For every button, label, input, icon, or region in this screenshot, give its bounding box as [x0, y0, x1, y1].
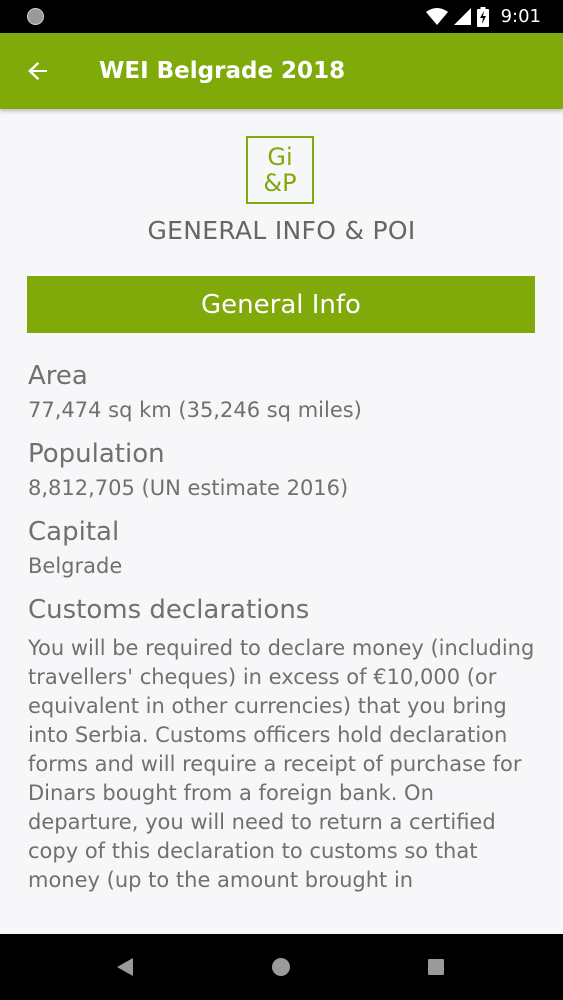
notification-dot-icon	[27, 8, 44, 25]
nav-home-icon[interactable]	[272, 958, 290, 976]
back-button[interactable]	[20, 53, 56, 89]
app-bar: WEI Belgrade 2018	[0, 33, 563, 109]
info-item-capital: Capital Belgrade	[28, 512, 540, 581]
wifi-icon	[425, 7, 448, 25]
nav-back-icon[interactable]	[117, 958, 133, 976]
info-item-population: Population 8,812,705 (UN estimate 2016)	[28, 434, 540, 503]
info-label: Population	[28, 439, 165, 469]
info-paragraph: You will be required to declare money (i…	[28, 636, 535, 892]
info-label: Customs declarations	[28, 595, 310, 625]
status-time: 9:01	[500, 6, 541, 27]
app-title: WEI Belgrade 2018	[99, 58, 346, 84]
section-title: GENERAL INFO & POI	[147, 216, 416, 245]
info-item-area: Area 77,474 sq km (35,246 sq miles)	[28, 356, 540, 425]
info-value: 77,474 sq km (35,246 sq miles)	[28, 398, 362, 422]
gip-logo: Gi &P	[246, 136, 314, 204]
navigation-bar	[0, 934, 563, 1000]
info-value: 8,812,705 (UN estimate 2016)	[28, 476, 349, 500]
battery-charging-icon	[476, 6, 489, 27]
info-label: Area	[28, 361, 88, 391]
signal-icon	[453, 8, 471, 25]
nav-recents-icon[interactable]	[428, 959, 444, 975]
arrow-left-icon	[28, 62, 47, 80]
info-value: Belgrade	[28, 554, 123, 578]
info-content: Area 77,474 sq km (35,246 sq miles) Popu…	[28, 356, 540, 904]
status-icons: 9:01	[425, 0, 541, 33]
info-item-customs: Customs declarations You will be require…	[28, 590, 540, 895]
status-bar: 9:01	[0, 0, 563, 33]
general-info-tab[interactable]: General Info	[27, 276, 535, 333]
info-label: Capital	[28, 517, 120, 547]
